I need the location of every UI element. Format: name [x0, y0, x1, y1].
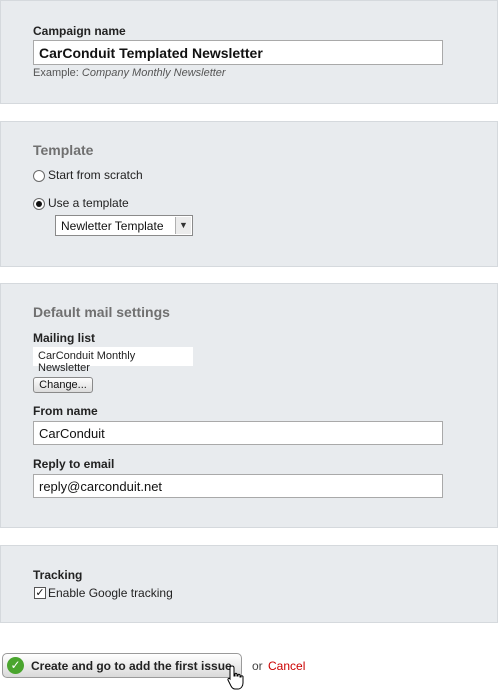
- start-from-scratch-radio[interactable]: [33, 170, 45, 182]
- or-text: or: [252, 659, 263, 673]
- start-from-scratch-label[interactable]: Start from scratch: [48, 168, 143, 182]
- from-name-input[interactable]: [33, 421, 443, 445]
- campaign-name-hint: Example: Company Monthly Newsletter: [33, 67, 226, 79]
- from-name-label: From name: [33, 404, 98, 418]
- mail-settings-heading: Default mail settings: [33, 304, 170, 320]
- checkmark-icon: ✓: [35, 587, 45, 599]
- template-section: Template Start from scratch Use a templa…: [0, 121, 498, 267]
- template-heading: Template: [33, 142, 94, 158]
- mail-settings-section: Default mail settings Mailing list CarCo…: [0, 283, 498, 528]
- use-template-radio[interactable]: [33, 198, 45, 210]
- template-select[interactable]: Newletter Template ▼: [55, 215, 193, 236]
- google-tracking-checkbox[interactable]: ✓: [34, 587, 46, 599]
- mailing-list-label: Mailing list: [33, 331, 96, 345]
- change-mailing-list-button[interactable]: Change...: [33, 377, 93, 393]
- reply-email-label: Reply to email: [33, 457, 115, 471]
- hint-example: Company Monthly Newsletter: [81, 67, 226, 79]
- use-template-label[interactable]: Use a template: [48, 196, 129, 210]
- create-campaign-button[interactable]: ✓ Create and go to add the first issue: [2, 653, 242, 678]
- cancel-link[interactable]: Cancel: [268, 659, 305, 673]
- checkmark-circle-icon: ✓: [7, 657, 24, 674]
- hand-cursor-icon: [227, 665, 244, 690]
- campaign-name-input[interactable]: [33, 40, 443, 65]
- hint-prefix: Example:: [33, 67, 82, 79]
- tracking-label: Tracking: [33, 568, 83, 582]
- campaign-name-label: Campaign name: [33, 24, 126, 38]
- tracking-section: Tracking ✓ Enable Google tracking: [0, 545, 498, 623]
- chevron-down-icon[interactable]: ▼: [175, 217, 191, 234]
- google-tracking-label[interactable]: Enable Google tracking: [48, 586, 173, 600]
- reply-email-input[interactable]: [33, 474, 443, 498]
- radio-selected-dot: [36, 201, 42, 207]
- campaign-section: Campaign name Example: Company Monthly N…: [0, 0, 498, 104]
- mailing-list-value: CarConduit Monthly Newsletter: [33, 347, 193, 374]
- create-button-label: Create and go to add the first issue: [31, 659, 232, 673]
- template-select-value: Newletter Template: [61, 219, 164, 233]
